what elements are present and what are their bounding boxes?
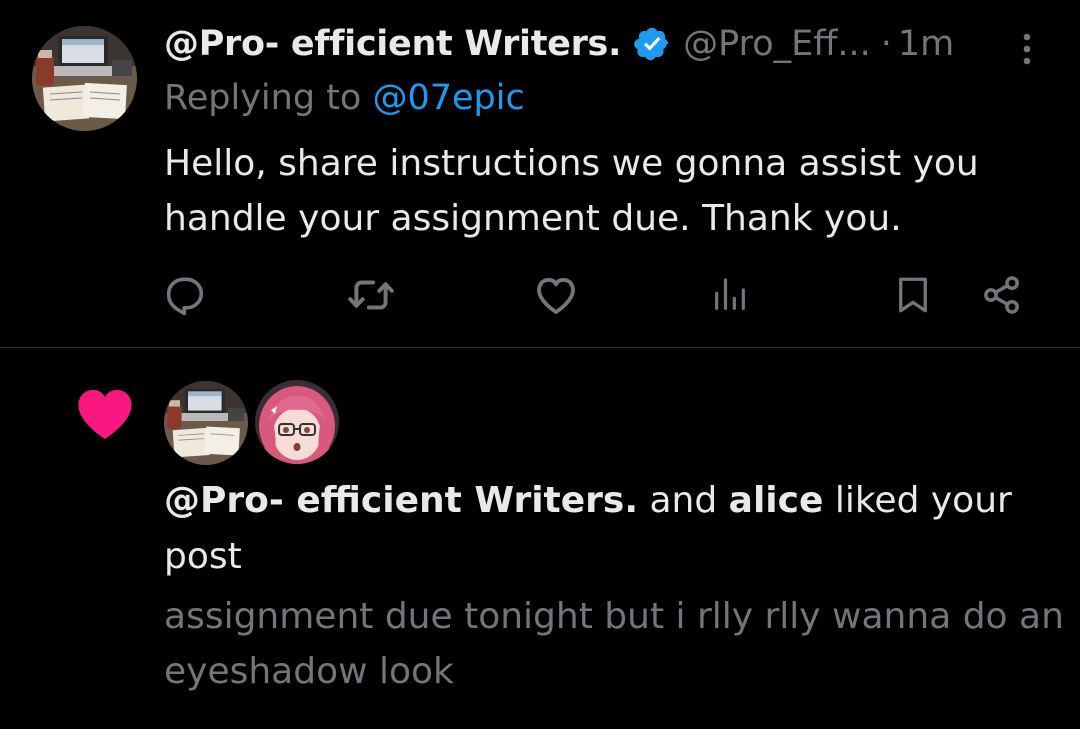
bookmark-icon[interactable] — [888, 270, 938, 320]
liked-post-text[interactable]: assignment due tonight but i rlly rlly w… — [164, 589, 1064, 699]
avatar[interactable] — [164, 381, 248, 465]
like-notification[interactable]: @Pro- efficient Writers. and alice liked… — [0, 349, 1080, 729]
more-options-icon[interactable] — [1012, 28, 1042, 68]
connector-text: and — [649, 480, 718, 521]
author-handle[interactable]: @Pro_Eff... — [683, 24, 871, 64]
reply-tweet[interactable]: @Pro- efficient Writers. @Pro_Eff... · 1… — [0, 0, 1080, 348]
replying-mention-link[interactable]: @07epic — [372, 78, 524, 118]
replying-to: Replying to @07epic — [164, 78, 525, 118]
views-icon[interactable] — [705, 270, 755, 320]
separator-dot: · — [880, 24, 892, 64]
liker-name[interactable]: @Pro- efficient Writers. — [164, 480, 638, 521]
tweet-actions — [0, 270, 1080, 322]
share-icon[interactable] — [977, 270, 1027, 320]
reply-icon[interactable] — [160, 270, 210, 320]
heart-icon — [76, 387, 134, 441]
replying-label: Replying to — [164, 78, 362, 118]
liker-name[interactable]: alice — [729, 480, 824, 521]
notification-text: @Pro- efficient Writers. and alice liked… — [164, 473, 1054, 585]
avatar[interactable] — [255, 380, 339, 464]
like-icon[interactable] — [531, 270, 581, 320]
timestamp[interactable]: 1m — [898, 24, 954, 64]
author-name[interactable]: @Pro- efficient Writers. — [164, 24, 621, 64]
retweet-icon[interactable] — [346, 270, 396, 320]
tweet-header: @Pro- efficient Writers. @Pro_Eff... · 1… — [164, 20, 954, 68]
avatar[interactable] — [32, 26, 137, 131]
tweet-text: Hello, share instructions we gonna assis… — [164, 143, 979, 239]
verified-badge-icon — [633, 25, 671, 63]
divider — [0, 347, 1080, 348]
